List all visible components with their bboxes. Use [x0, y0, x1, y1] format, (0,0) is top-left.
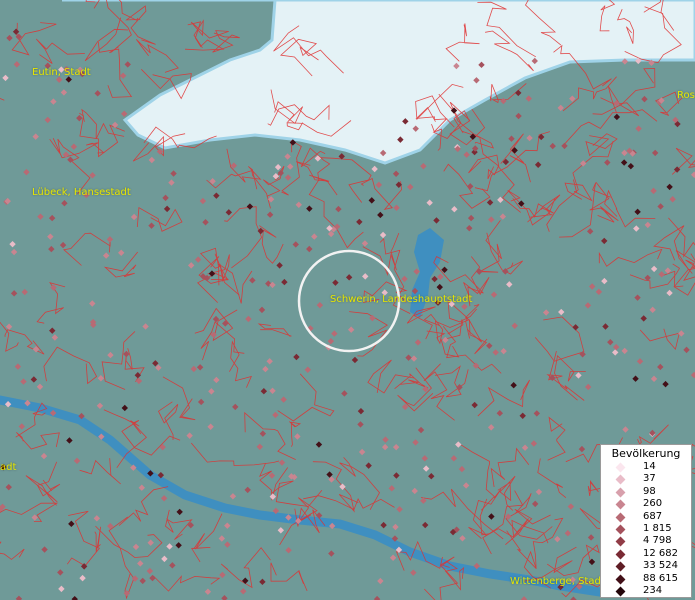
- legend-title: Bevölkerung: [611, 447, 681, 460]
- legend-item: 12 682: [601, 548, 691, 560]
- legend-item: 33 524: [601, 560, 691, 572]
- legend-items: 14 37 98 260 687 1 815 4 798 12 682 33 524 88 615…: [601, 461, 691, 600]
- legend-label: 4 798: [643, 535, 672, 547]
- population-legend: Bevölkerung 14 37 98 260 687 1 815 4 798 12 682…: [600, 444, 692, 600]
- legend-label: 14: [643, 461, 656, 472]
- legend-label: 687: [643, 510, 663, 522]
- legend-item: 88 615: [601, 573, 691, 585]
- legend-swatch: [615, 487, 626, 498]
- legend-swatch: [615, 499, 626, 510]
- legend-swatch: [615, 586, 626, 597]
- legend-item: 234 243+: [601, 585, 691, 600]
- legend-swatch: [615, 462, 626, 473]
- legend-swatch: [615, 561, 626, 572]
- legend-item: 37: [601, 473, 691, 485]
- legend-item: 14: [601, 461, 691, 473]
- legend-swatch: [615, 536, 626, 547]
- label-eutin[interactable]: Eutin, Stadt: [32, 67, 91, 78]
- legend-swatch: [615, 549, 626, 560]
- legend-swatch: [615, 574, 626, 584]
- label-schwerin[interactable]: Schwerin, Landeshauptstadt: [330, 294, 472, 305]
- legend-item: 4 798: [601, 535, 691, 547]
- label-lubeck[interactable]: Lübeck, Hansestadt: [32, 187, 131, 198]
- legend-item: 1 815: [601, 523, 691, 535]
- legend-swatch: [615, 512, 626, 523]
- legend-item: 98: [601, 486, 691, 498]
- legend-label: 37: [643, 473, 656, 485]
- label-stadt-left[interactable]: adt: [0, 462, 16, 473]
- legend-label: 234 243+: [643, 585, 691, 600]
- map-view[interactable]: Eutin, Stadt Lübeck, Hansestadt Schwerin…: [0, 0, 695, 600]
- legend-swatch: [615, 524, 626, 535]
- legend-label: 33 524: [643, 560, 678, 572]
- legend-swatch: [615, 474, 626, 485]
- legend-label: 1 815: [643, 522, 672, 534]
- label-wittenberge[interactable]: Wittenberge, Stadt: [510, 576, 605, 587]
- legend-label: 88 615: [643, 572, 678, 584]
- legend-label: 260: [643, 498, 663, 510]
- legend-item: 260: [601, 498, 691, 510]
- label-ros[interactable]: Ros: [677, 90, 695, 101]
- legend-label: 98: [643, 485, 656, 497]
- legend-item: 687: [601, 511, 691, 523]
- legend-label: 12 682: [643, 547, 678, 559]
